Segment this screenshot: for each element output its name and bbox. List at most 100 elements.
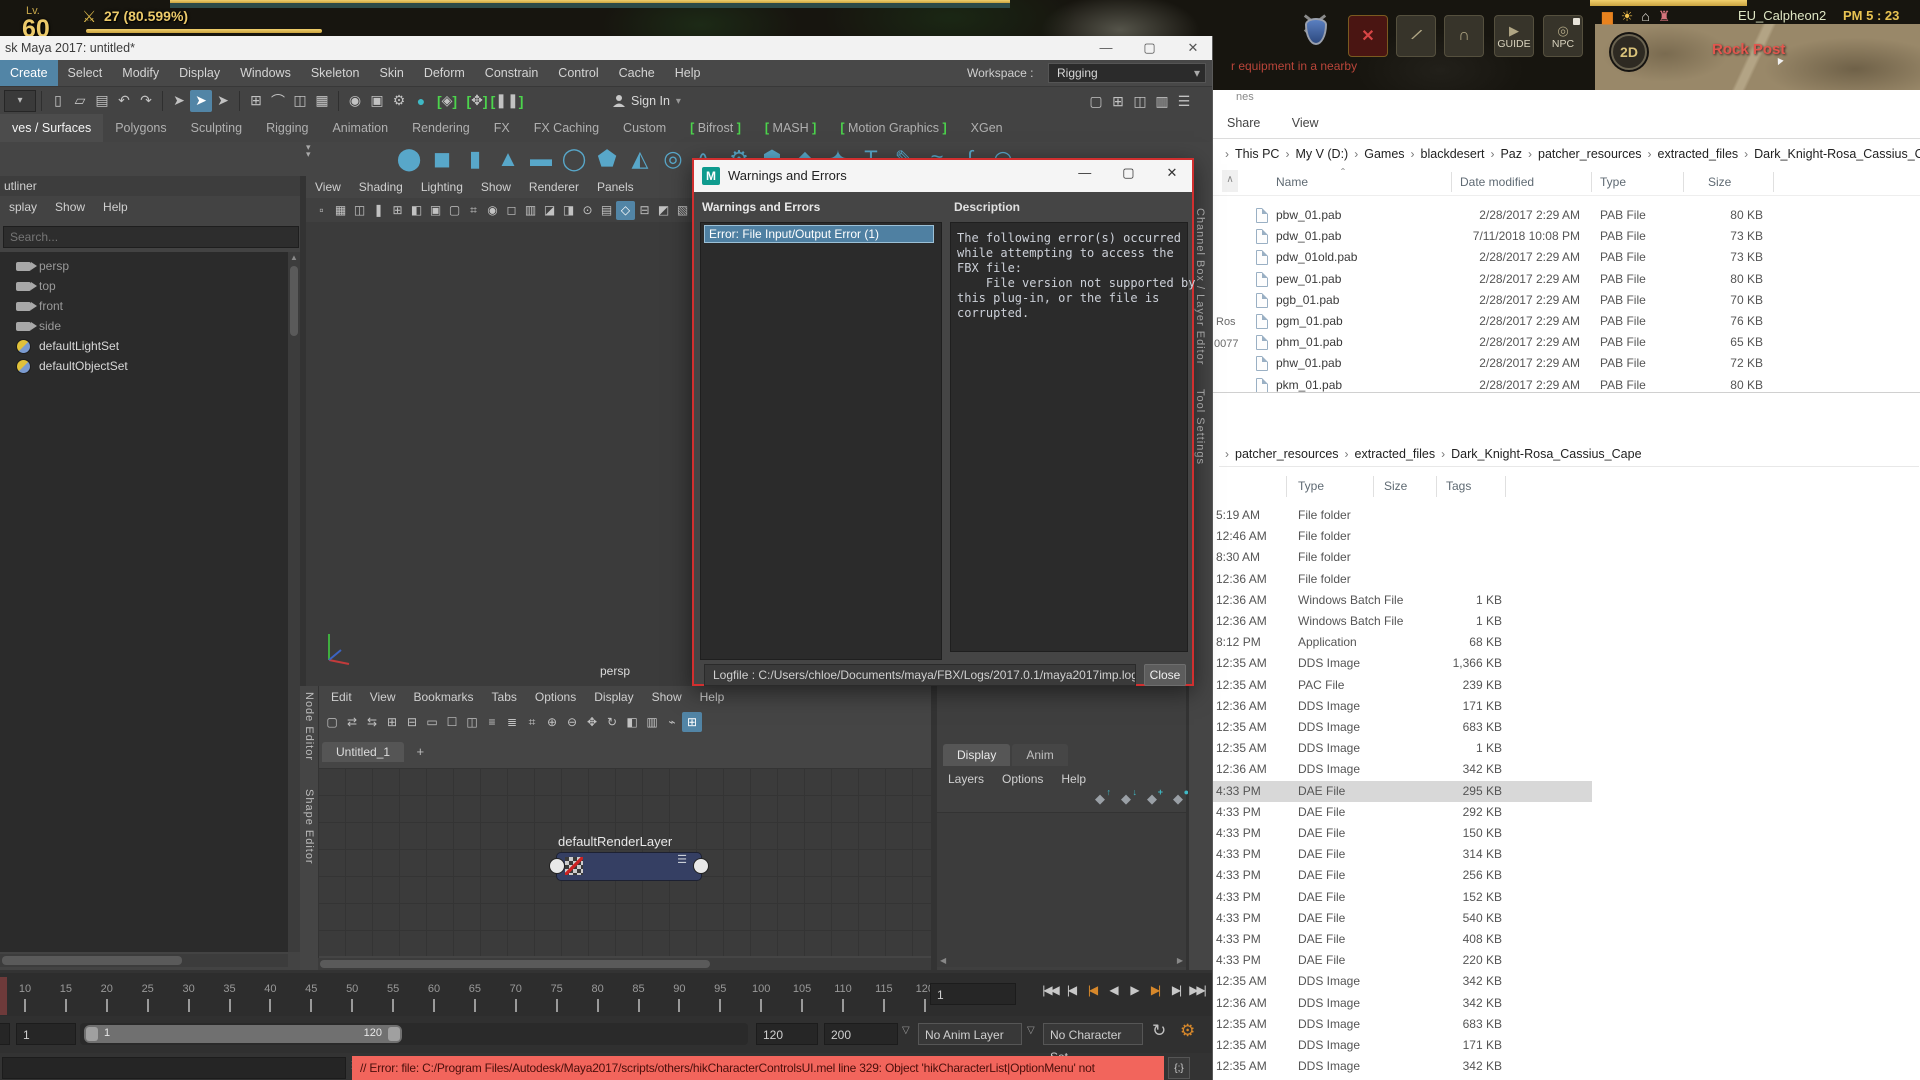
select-tool-icon[interactable]: ➤ [168, 90, 190, 112]
range-slider-bar[interactable]: 1 120 [84, 1025, 402, 1043]
history-dropdown[interactable]: ▾ [4, 90, 36, 112]
shelf-tab-polygons[interactable]: Polygons [103, 114, 178, 142]
node-output-port[interactable] [693, 858, 709, 874]
file-row[interactable]: 4:33 PMDAE File314 KB [1213, 844, 1592, 865]
create-node-icon[interactable]: ▢ [322, 712, 342, 732]
file-row[interactable]: pdw_01old.pab2/28/2017 2:29 AMPAB File73… [1213, 247, 1813, 268]
add-to-graph-icon[interactable]: ⇄ [342, 712, 362, 732]
input-connections-icon[interactable]: ⊞ [382, 712, 402, 732]
rifle-button[interactable]: ∕ [1396, 15, 1436, 57]
menu-help[interactable]: Help [665, 60, 711, 86]
shelf-tab-mash[interactable]: [ MASH ] [753, 114, 828, 142]
range-handle-right[interactable] [388, 1027, 400, 1041]
camera-attrs-icon[interactable]: ◫ [350, 201, 369, 220]
file-row[interactable]: 12:35 AMDDS Image683 KB [1213, 717, 1592, 738]
npc-button[interactable]: ◎ NPC [1543, 15, 1583, 57]
minimize-button[interactable]: — [1086, 36, 1126, 60]
current-layer-icon[interactable]: ◆● [1167, 790, 1189, 808]
tent-icon[interactable]: ⌂ [1641, 8, 1649, 25]
output-connections-icon[interactable]: ⊟ [402, 712, 422, 732]
move-layer-up-icon[interactable]: ◆↑ [1089, 790, 1111, 808]
outliner-search-input[interactable] [3, 226, 299, 248]
layer-list-area[interactable] [937, 812, 1186, 955]
step-back-key-button[interactable]: |◀ [1082, 983, 1102, 997]
node-editor-menu-edit[interactable]: Edit [322, 686, 361, 708]
outliner-menu-splay[interactable]: splay [0, 196, 46, 218]
align-vertical-icon[interactable]: ⌗ [522, 712, 542, 732]
lights-icon[interactable]: ⊟ [635, 201, 654, 220]
viewport-menu-renderer[interactable]: Renderer [520, 176, 588, 198]
play-forwards-button[interactable]: ▶ [1124, 983, 1144, 997]
tab-display[interactable]: Display [943, 744, 1010, 766]
file-row[interactable]: 12:35 AMDDS Image1,366 KB [1213, 653, 1592, 674]
file-row[interactable]: 12:35 AMDDS Image683 KB [1213, 1014, 1592, 1035]
playback-start-field[interactable]: 1 [16, 1023, 76, 1045]
redo-icon[interactable]: ↷ [135, 90, 157, 112]
dialog-title-bar[interactable]: M Warnings and Errors — ▢ ✕ [694, 160, 1192, 192]
channel-box-hscrollbar[interactable]: ◀▶ [937, 954, 1186, 967]
ao-icon[interactable]: ▧ [673, 201, 692, 220]
new-scene-icon[interactable]: ▯ [47, 90, 69, 112]
sun-icon[interactable]: ☀ [1621, 8, 1634, 25]
node-editor-menu-bookmarks[interactable]: Bookmarks [404, 686, 482, 708]
step-forward-frame-button[interactable]: ▶| [1166, 983, 1186, 997]
image-plane-icon[interactable]: ⊞ [388, 201, 407, 220]
character-set-dropdown[interactable]: No Character Set [1043, 1023, 1143, 1045]
four-pane-layout-icon[interactable]: ⊞ [1107, 90, 1129, 112]
battle-arena-button[interactable]: ✕ [1348, 15, 1388, 57]
step-forward-key-button[interactable]: ▶| [1145, 983, 1165, 997]
shelf-tab-fx[interactable]: FX [482, 114, 522, 142]
outliner-hscrollbar[interactable] [0, 954, 288, 967]
torus-icon[interactable]: ◯ [559, 144, 589, 174]
guild-shield-icon[interactable] [1298, 16, 1334, 56]
file-row[interactable]: 4:33 PMDAE File292 KB [1213, 802, 1592, 823]
shape-editor-side-tab[interactable]: Shape Editor [303, 789, 315, 865]
maximize-button[interactable]: ▢ [1108, 161, 1148, 185]
file-row[interactable]: 12:35 AMDDS Image342 KB [1213, 971, 1592, 992]
lock-camera-icon[interactable]: ▦ [331, 201, 350, 220]
shadows-icon[interactable]: ◩ [654, 201, 673, 220]
textured-icon[interactable]: ▤ [597, 201, 616, 220]
file-row[interactable]: 4:33 PMDAE File152 KB [1213, 887, 1592, 908]
anim-prefs-icon[interactable]: ⚙ [1180, 1021, 1195, 1041]
outliner-item-persp[interactable]: persp [0, 256, 288, 276]
shelf-tab-sculpting[interactable]: Sculpting [179, 114, 254, 142]
menu-control[interactable]: Control [548, 60, 608, 86]
shaded-icon[interactable]: ⊙ [578, 201, 597, 220]
go-to-range-end-button[interactable]: ▶▶| [1187, 983, 1207, 997]
node-graph[interactable]: defaultRenderLayer ☰ [318, 768, 931, 956]
range-slider-track[interactable]: 1 120 [80, 1023, 748, 1045]
workspace-dropdown[interactable]: Rigging ▾ [1048, 63, 1206, 83]
menu-deform[interactable]: Deform [414, 60, 475, 86]
anim-layer-dropdown[interactable]: No Anim Layer [918, 1023, 1022, 1045]
undo-icon[interactable]: ↶ [113, 90, 135, 112]
voice-chat-button[interactable]: ∩ [1444, 15, 1484, 57]
grid-display-icon[interactable]: ▥ [642, 712, 662, 732]
script-editor-button[interactable]: {;} [1168, 1057, 1190, 1079]
refresh-graph-icon[interactable]: ↻ [602, 712, 622, 732]
cone-icon[interactable]: ▲ [493, 144, 523, 174]
dialog-close-button[interactable]: Close [1144, 664, 1186, 686]
current-frame-field[interactable]: 1 [930, 983, 1016, 1005]
frame-selection-icon[interactable]: ☐ [442, 712, 462, 732]
file-row[interactable]: pew_01.pab2/28/2017 2:29 AMPAB File80 KB [1213, 269, 1813, 290]
outliner-tab[interactable]: utliner [0, 176, 300, 196]
sidebar-toggle-icon[interactable]: ◧ [622, 712, 642, 732]
shelf-tab-ves-surfaces[interactable]: ves / Surfaces [0, 114, 103, 142]
node-menu-icon[interactable]: ☰ [677, 858, 687, 863]
close-button[interactable]: ✕ [1152, 161, 1192, 185]
add-layer-icon[interactable]: ◆+ [1141, 790, 1163, 808]
error-description-box[interactable]: The following error(s) occurredwhile att… [950, 222, 1188, 652]
menu-constrain[interactable]: Constrain [475, 60, 549, 86]
viewport-menu-show[interactable]: Show [472, 176, 520, 198]
file-row[interactable]: pkm_01.pab2/28/2017 2:29 AMPAB File80 KB [1213, 375, 1813, 393]
pin-icon[interactable]: ◫ [462, 712, 482, 732]
go-to-range-start-button[interactable]: |◀◀ [1040, 983, 1060, 997]
node-editor-menu-show[interactable]: Show [643, 686, 691, 708]
node-editor-hscrollbar[interactable] [318, 958, 931, 970]
node-editor-menu-help[interactable]: Help [691, 686, 734, 708]
shelf-tab-fx-caching[interactable]: FX Caching [522, 114, 611, 142]
safe-title-icon[interactable]: ◪ [540, 201, 559, 220]
viewport-menu-lighting[interactable]: Lighting [412, 176, 472, 198]
shelf-tab-animation[interactable]: Animation [320, 114, 400, 142]
